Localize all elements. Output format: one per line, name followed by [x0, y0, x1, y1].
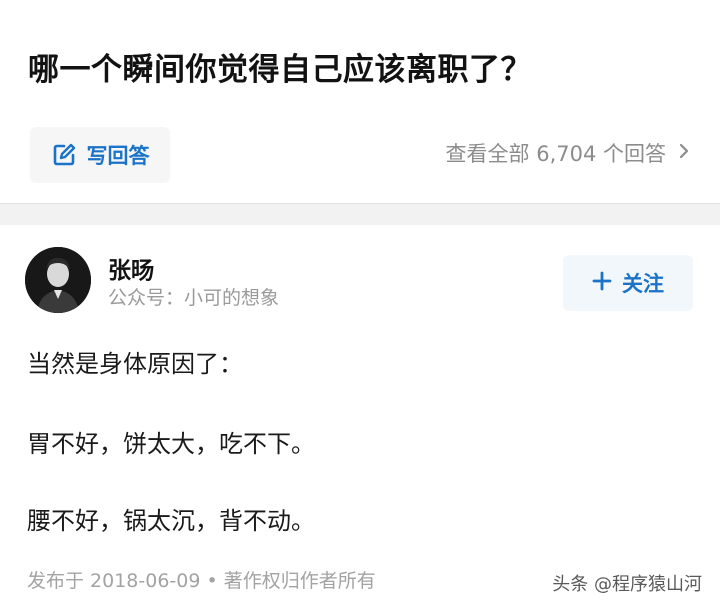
write-answer-button[interactable]: 写回答 [30, 127, 170, 183]
publish-info: 发布于 2018-06-09 • 著作权归作者所有 [27, 570, 376, 592]
author-subtitle: 公众号：小可的想象 [108, 287, 280, 309]
view-all-answers-link[interactable]: 查看全部 6,704 个回答 [446, 138, 690, 168]
answer-card: 张旸 公众号：小可的想象 关注 当然是身体原因了： 胃不好，饼太大，吃不下。 腰… [0, 225, 720, 608]
answer-text-line: 当然是身体原因了： [27, 350, 243, 378]
follow-label: 关注 [622, 272, 664, 296]
write-answer-label: 写回答 [86, 144, 150, 168]
question-card: 哪一个瞬间你觉得自己应该离职了？ 写回答 查看全部 6,704 个回答 [0, 0, 720, 203]
page: 哪一个瞬间你觉得自己应该离职了？ 写回答 查看全部 6,704 个回答 张旸 公… [0, 0, 720, 608]
answer-text-line: 胃不好，饼太大，吃不下。 [27, 430, 315, 458]
follow-button[interactable]: 关注 [563, 255, 693, 311]
plus-icon [592, 270, 612, 296]
question-title[interactable]: 哪一个瞬间你觉得自己应该离职了？ [28, 44, 532, 89]
edit-icon [51, 142, 77, 168]
avatar[interactable] [25, 247, 91, 313]
author-name[interactable]: 张旸 [108, 251, 154, 285]
answer-text-line: 腰不好，锅太沉，背不动。 [27, 507, 315, 535]
view-all-label: 查看全部 6,704 个回答 [445, 142, 666, 166]
section-divider [0, 203, 720, 225]
watermark: 头条 @程序猿山河 [552, 574, 702, 595]
chevron-right-icon [678, 141, 690, 166]
